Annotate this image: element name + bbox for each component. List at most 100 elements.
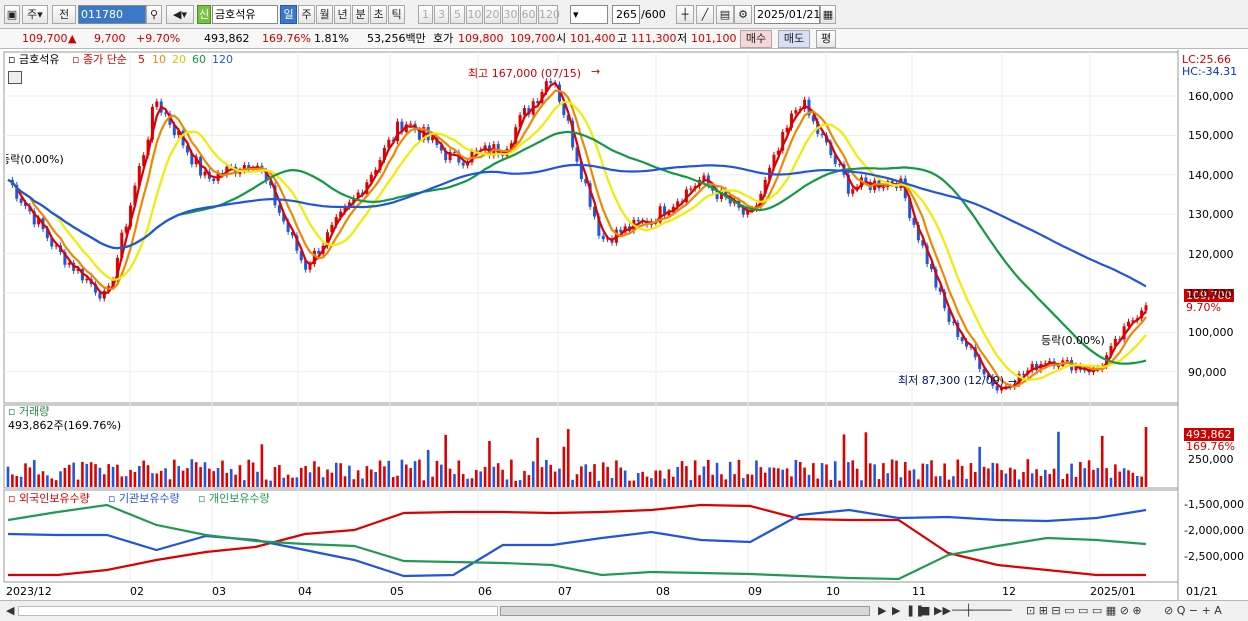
stock-name-field[interactable]: 금호석유 xyxy=(212,5,278,24)
play-icon[interactable]: ▶ xyxy=(892,603,900,619)
count-total: /600 xyxy=(641,8,666,21)
tab-0[interactable]: 일 xyxy=(280,5,297,24)
legend-ma60: 60 xyxy=(192,53,206,66)
stock-chart[interactable]: →→ xyxy=(0,50,1248,600)
candle-body xyxy=(452,151,456,153)
speaker-icon[interactable]: ◀▾ xyxy=(166,5,194,24)
sell-button[interactable]: 매도 xyxy=(778,30,810,48)
volume-bar xyxy=(1100,435,1104,487)
volume-bar xyxy=(938,476,942,487)
volume-bar xyxy=(982,466,986,487)
gear-icon[interactable]: ⚙ xyxy=(734,5,752,24)
layout-icons[interactable]: ⊡ ⊞ ⊟ ▭ ▭ ▭ ▦ ⊘ ⊕ xyxy=(1026,603,1142,619)
volume-bar xyxy=(435,460,439,487)
volume-bar xyxy=(851,460,855,487)
grid-icon[interactable] xyxy=(8,71,22,84)
volume-bar xyxy=(1114,464,1117,487)
buy-button[interactable]: 매수 xyxy=(740,30,772,48)
prev-button[interactable]: 전 xyxy=(52,5,76,24)
interval-30[interactable]: 30 xyxy=(502,5,519,24)
tab-4[interactable]: 분 xyxy=(352,5,369,24)
holdings-tick-2: -2,000,000 xyxy=(1184,524,1244,537)
volume-value: 493,862 xyxy=(204,32,250,45)
volume-bar xyxy=(286,474,290,487)
tab-1[interactable]: 주 xyxy=(298,5,315,24)
next-icon[interactable]: ▶▶ xyxy=(934,603,951,619)
scroll-left-icon[interactable]: ◀ xyxy=(6,603,14,619)
volume-bar xyxy=(820,463,824,487)
interval-20[interactable]: 20 xyxy=(484,5,501,24)
interval-120[interactable]: 120 xyxy=(538,5,560,24)
volume-bar xyxy=(203,462,207,487)
scroll-right-icon[interactable]: ▶ xyxy=(878,603,886,619)
max-arrow-icon: → xyxy=(591,65,600,78)
zoom-slider[interactable]: ──┼────── xyxy=(952,603,1012,619)
volume-bar xyxy=(247,459,251,487)
price-tick: 90,000 xyxy=(1188,365,1227,379)
volume-bar xyxy=(518,480,522,487)
x-axis-label: 2023/12 xyxy=(6,585,52,598)
draw-icon[interactable]: ╱ xyxy=(696,5,714,24)
volume-bar xyxy=(702,466,706,487)
tab-2[interactable]: 월 xyxy=(316,5,333,24)
low-label: 저 xyxy=(677,32,688,45)
volume-bar xyxy=(654,470,658,487)
tab-3[interactable]: 년 xyxy=(334,5,351,24)
calendar-icon[interactable]: ▦ xyxy=(820,5,836,24)
volume-bar xyxy=(190,459,194,487)
volume-bar xyxy=(1000,470,1003,487)
scrollbar-track[interactable] xyxy=(18,606,498,616)
volume-bar xyxy=(1065,473,1069,487)
blank-select[interactable]: ▾ xyxy=(570,5,608,24)
interval-1[interactable]: 1 xyxy=(418,5,433,24)
volume-bar xyxy=(763,472,767,487)
legend-individual: ▫ 개인보유수량 xyxy=(198,492,270,505)
interval-10[interactable]: 10 xyxy=(466,5,483,24)
count-input[interactable]: 265 xyxy=(612,5,640,24)
volume-bar xyxy=(886,473,890,487)
x-axis-label: 12 xyxy=(1002,585,1016,598)
volume-bar xyxy=(418,459,421,487)
volume-bar xyxy=(562,446,566,487)
candle-icon[interactable]: ┼ xyxy=(676,5,694,24)
volume-bar xyxy=(369,469,373,487)
volume-bar xyxy=(496,463,500,487)
window-icon[interactable]: ▣ xyxy=(4,5,20,24)
x-axis-label: 05 xyxy=(390,585,404,598)
interval-60[interactable]: 60 xyxy=(520,5,537,24)
volume-bar xyxy=(641,471,644,487)
volume-bar xyxy=(895,460,898,487)
tab-5[interactable]: 초 xyxy=(370,5,387,24)
holdings-tick-3: -2,500,000 xyxy=(1184,550,1244,563)
volume-bar xyxy=(658,470,662,487)
volume-bar xyxy=(632,480,636,487)
legend-ma5: 5 xyxy=(138,53,145,66)
date-input[interactable]: 2025/01/21 xyxy=(754,5,820,24)
volume-bar xyxy=(667,469,671,487)
stop-icon[interactable]: ■ xyxy=(920,603,930,619)
search-icon[interactable]: ⚲ xyxy=(146,5,162,24)
period-select[interactable]: 주▾ xyxy=(22,5,48,24)
volume-bar xyxy=(1013,469,1016,487)
volume-bar xyxy=(85,463,89,487)
volume-bar xyxy=(440,464,443,487)
volume-bar xyxy=(930,460,933,487)
code-input[interactable]: 011780 xyxy=(78,5,146,24)
eval-button[interactable]: 평 xyxy=(816,30,836,48)
volume-bar xyxy=(812,463,815,487)
volume-bar xyxy=(540,467,544,487)
candle-body xyxy=(702,175,706,180)
volume-bar xyxy=(479,471,483,487)
scrollbar-thumb[interactable] xyxy=(500,606,870,616)
interval-3[interactable]: 3 xyxy=(434,5,449,24)
volume-bar xyxy=(361,478,364,487)
volume-bar xyxy=(777,468,780,487)
tab-6[interactable]: 틱 xyxy=(388,5,405,24)
volume-bar xyxy=(969,463,973,487)
volume-bar xyxy=(623,470,627,487)
volume-bar xyxy=(374,472,377,487)
save-icon[interactable]: ▤ xyxy=(716,5,734,24)
volume-bar xyxy=(575,474,579,487)
interval-5[interactable]: 5 xyxy=(450,5,465,24)
tool-icons[interactable]: ⊘ Q − + A xyxy=(1164,603,1222,619)
